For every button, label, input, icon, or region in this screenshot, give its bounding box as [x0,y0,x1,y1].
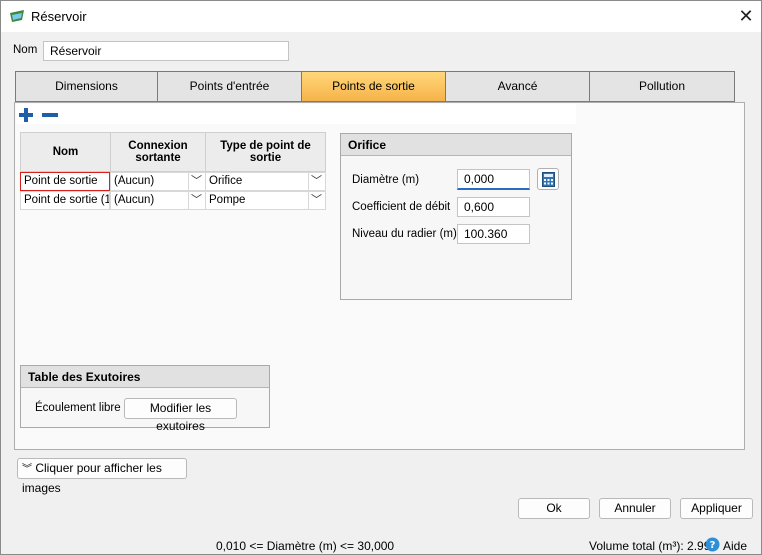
calculator-button[interactable] [537,168,559,190]
coef-field[interactable]: 0,600 [457,197,530,217]
grid-toolbar [16,104,576,124]
aide-link[interactable]: Aide [723,539,747,553]
chevron-down-icon[interactable]: ﹀ [188,192,204,209]
tab-points-sortie[interactable]: Points de sortie [302,71,446,102]
exutoires-group-title: Table des Exutoires [21,366,269,388]
show-images-button[interactable]: ︾ Cliquer pour afficher les images [17,458,187,495]
help-icon[interactable]: ? [705,537,720,552]
col-header-type[interactable]: Type de point de sortie [205,132,326,172]
annuler-button[interactable]: Annuler [599,498,671,519]
orifice-group: Orifice [340,133,572,300]
plus-icon[interactable] [18,107,34,123]
tab-avance[interactable]: Avancé [446,71,590,102]
appliquer-button[interactable]: Appliquer [680,498,753,519]
diametre-label: Diamètre (m) [352,174,420,186]
double-chevron-down-icon: ︾ [22,464,32,475]
svg-text:?: ? [710,540,716,551]
constraint-status: 0,010 <= Diamètre (m) <= 30,000 [216,539,395,553]
ecoulement-label: Écoulement libre [35,402,121,414]
show-images-label: Cliquer pour afficher les images [22,461,162,495]
chevron-down-icon[interactable]: ﹀ [308,192,324,209]
diametre-field[interactable]: 0,000 [457,169,530,190]
tab-points-entree[interactable]: Points d'entrée [158,71,302,102]
ok-button[interactable]: Ok [518,498,590,519]
minus-icon[interactable] [41,107,59,123]
table-row-2-nom[interactable]: Point de sortie (1) [20,191,110,210]
window-title: Réservoir [31,9,87,24]
title-bar: Réservoir ✕ [1,1,761,32]
close-icon[interactable]: ✕ [736,6,756,26]
dialog-window: Réservoir ✕ Nom Réservoir Dimensions Poi… [0,0,762,555]
coef-label: Coefficient de débit [352,201,451,213]
col-header-connexion[interactable]: Connexion sortante [110,132,206,172]
table-row-1-nom[interactable]: Point de sortie [20,172,110,191]
niveau-field[interactable]: 100.360 [457,224,530,244]
calculator-icon [542,172,555,190]
chevron-down-icon[interactable]: ﹀ [308,173,324,190]
reservoir-app-icon [9,9,25,23]
modifier-exutoires-button[interactable]: Modifier les exutoires [124,398,237,433]
tab-dimensions[interactable]: Dimensions [15,71,158,102]
orifice-group-title: Orifice [341,134,571,156]
niveau-label: Niveau du radier (m) [352,228,457,240]
chevron-down-icon[interactable]: ﹀ [188,173,204,190]
volume-status: Volume total (m³): 2.990 [589,539,718,553]
tab-pollution[interactable]: Pollution [590,71,735,102]
col-header-nom[interactable]: Nom [20,132,111,172]
nom-field[interactable]: Réservoir [43,41,289,61]
nom-label: Nom [13,44,38,56]
